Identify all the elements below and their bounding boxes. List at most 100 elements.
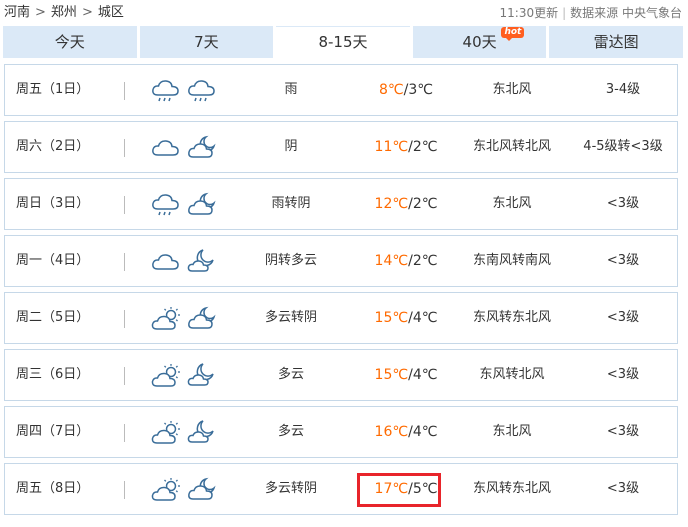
update-divider: | bbox=[562, 6, 567, 20]
breadcrumb-separator: > bbox=[35, 5, 46, 20]
forecast-day: 周六（2日） bbox=[16, 139, 90, 154]
high-temp: 12℃ bbox=[374, 196, 409, 212]
update-info: 11:30更新 | 数据来源 中央气象台 bbox=[500, 5, 682, 21]
wind-level: <3级 bbox=[606, 424, 640, 439]
column-divider bbox=[124, 82, 125, 100]
low-temp: 2℃ bbox=[412, 139, 438, 155]
tab-label: 7天 bbox=[194, 33, 219, 51]
wind-direction: 东北风 bbox=[492, 82, 532, 97]
weather-desc: 多云 bbox=[277, 424, 304, 439]
column-divider bbox=[124, 253, 125, 271]
wind-direction: 东风转东北风 bbox=[472, 310, 551, 325]
forecast-row: 周一（4日） 阴转多云 14℃/2℃ 东南风转南风 <3级 bbox=[4, 235, 678, 287]
forecast-row: 周六（2日） 阴 11℃/2℃ 东北风转北风 4-5级转<3级 bbox=[4, 121, 678, 173]
temperature: 15℃/4℃ bbox=[351, 350, 461, 400]
temperature: 15℃/4℃ bbox=[351, 293, 461, 343]
temperature: 16℃/4℃ bbox=[351, 407, 461, 457]
weather-icons bbox=[151, 350, 223, 400]
temperature: 8℃/3℃ bbox=[351, 65, 461, 115]
temperature: 12℃/2℃ bbox=[351, 179, 461, 229]
rain-icon bbox=[152, 194, 179, 216]
wind-level: <3级 bbox=[606, 253, 640, 268]
breadcrumb-city[interactable]: 郑州 bbox=[51, 5, 77, 20]
cloudy-night-icon bbox=[188, 306, 216, 329]
forecast-day: 周二（5日） bbox=[16, 310, 90, 325]
tab-7-days[interactable]: 7天 bbox=[139, 26, 274, 58]
forecast-day: 周一（4日） bbox=[16, 253, 90, 268]
hot-badge: hot bbox=[501, 27, 525, 41]
weather-desc: 多云 bbox=[277, 367, 304, 382]
weather-icons bbox=[151, 293, 223, 343]
weather-desc: 雨转阴 bbox=[271, 196, 311, 211]
cloudy-night-icon bbox=[188, 477, 216, 500]
data-source: 数据来源 中央气象台 bbox=[570, 6, 682, 20]
partly-cloudy-day-icon bbox=[151, 307, 180, 330]
partly-cloudy-day-icon bbox=[151, 421, 180, 444]
low-temp: 5℃ bbox=[412, 481, 438, 497]
tab-today[interactable]: 今天 bbox=[3, 26, 137, 58]
wind-level: <3级 bbox=[606, 310, 640, 325]
high-temp: 15℃ bbox=[374, 367, 409, 383]
temperature: 14℃/2℃ bbox=[351, 236, 461, 286]
wind-direction: 东北风 bbox=[492, 196, 532, 211]
forecast-row: 周五（8日） 多云转阴 17℃/5℃ 东风转东北风 <3级 bbox=[4, 463, 678, 515]
column-divider bbox=[124, 424, 125, 442]
low-temp: 4℃ bbox=[412, 424, 438, 440]
cloudy-icon bbox=[152, 254, 179, 270]
tab-8-15-days[interactable]: 8-15天 bbox=[276, 26, 410, 58]
wind-level: <3级 bbox=[606, 481, 640, 496]
tab-radar[interactable]: 雷达图 bbox=[549, 26, 683, 58]
forecast-row: 周四（7日） 多云 16℃/4℃ 东北风 <3级 bbox=[4, 406, 678, 458]
weather-desc: 阴转多云 bbox=[264, 253, 317, 268]
column-divider bbox=[124, 310, 125, 328]
column-divider bbox=[124, 196, 125, 214]
forecast-day: 周五（1日） bbox=[16, 82, 90, 97]
tab-label: 雷达图 bbox=[593, 33, 639, 51]
weather-desc: 雨 bbox=[284, 82, 298, 97]
wind-direction: 东南风转南风 bbox=[472, 253, 551, 268]
breadcrumb: 河南 > 郑州 > 城区 bbox=[4, 4, 124, 22]
wind-direction: 东北风转北风 bbox=[472, 139, 551, 154]
low-temp: 2℃ bbox=[412, 253, 438, 269]
low-temp: 4℃ bbox=[412, 310, 438, 326]
wind-direction: 东北风 bbox=[492, 424, 532, 439]
forecast-day: 周三（6日） bbox=[16, 367, 90, 382]
wind-level: 4-5级转<3级 bbox=[583, 139, 663, 154]
temperature: 17℃/5℃ bbox=[351, 464, 461, 514]
partly-cloudy-day-icon bbox=[151, 478, 180, 501]
column-divider bbox=[124, 139, 125, 157]
temperature: 11℃/2℃ bbox=[351, 122, 461, 172]
low-temp: 3℃ bbox=[408, 82, 433, 98]
forecast-day: 周日（3日） bbox=[16, 196, 90, 211]
tab-label: 今天 bbox=[54, 33, 85, 51]
tab-40-days[interactable]: 40天 hot bbox=[412, 26, 547, 58]
wind-direction: 东风转北风 bbox=[479, 367, 545, 382]
high-temp: 14℃ bbox=[374, 253, 409, 269]
high-temp: 8℃ bbox=[379, 82, 404, 98]
column-divider bbox=[124, 481, 125, 499]
update-time: 11:30更新 bbox=[499, 6, 559, 20]
partly-cloudy-night-icon bbox=[187, 420, 214, 443]
tab-label: 40天 bbox=[462, 33, 497, 51]
breadcrumb-separator: > bbox=[81, 5, 93, 20]
weather-icons bbox=[151, 464, 223, 514]
partly-cloudy-night-icon bbox=[187, 249, 214, 272]
breadcrumb-district[interactable]: 城区 bbox=[98, 5, 124, 20]
wind-level: <3级 bbox=[606, 367, 640, 382]
weather-icons bbox=[151, 236, 223, 286]
forecast-day: 周五（8日） bbox=[16, 481, 90, 496]
high-temp: 11℃ bbox=[374, 139, 409, 155]
forecast-tabs: 今天 7天 8-15天 40天 hot 雷达图 bbox=[3, 26, 683, 58]
weather-icons bbox=[151, 179, 223, 229]
cloudy-night-icon bbox=[188, 192, 216, 215]
tab-label: 8-15天 bbox=[318, 33, 368, 51]
high-temp: 17℃ bbox=[374, 481, 409, 497]
forecast-row: 周五（1日） 雨 8℃/3℃ 东北风 3-4级 bbox=[4, 64, 678, 116]
high-temp: 16℃ bbox=[374, 424, 409, 440]
column-divider bbox=[124, 367, 125, 385]
wind-level: <3级 bbox=[606, 196, 640, 211]
weather-desc: 阴 bbox=[284, 139, 298, 154]
partly-cloudy-day-icon bbox=[151, 364, 180, 387]
rain-icon bbox=[188, 80, 215, 102]
breadcrumb-province[interactable]: 河南 bbox=[4, 5, 30, 20]
